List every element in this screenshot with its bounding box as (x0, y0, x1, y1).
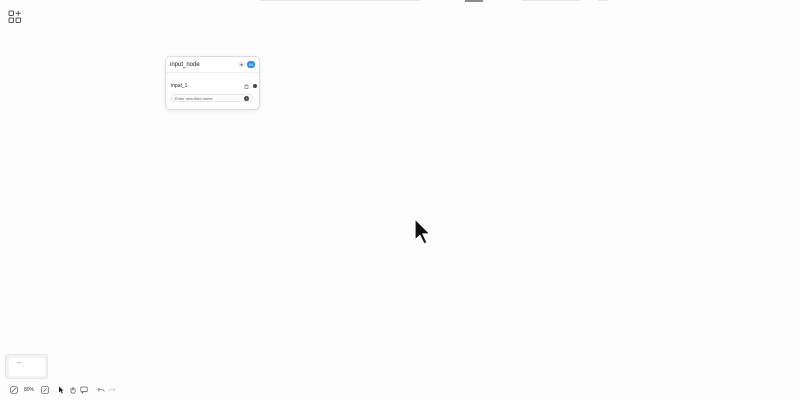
star-icon[interactable]: ★ (238, 61, 245, 68)
zoom-fit-icon[interactable] (39, 384, 50, 395)
comment-icon[interactable] (78, 384, 89, 395)
tab-indicator-active[interactable] (465, 0, 483, 2)
fit-view-icon[interactable] (8, 384, 19, 395)
tab-indicator[interactable] (522, 0, 580, 1)
output-handle[interactable] (253, 84, 257, 88)
minimap[interactable] (5, 354, 48, 379)
shapes-plus-icon (8, 10, 21, 23)
plus-circle-icon[interactable]: + (244, 95, 249, 101)
minimap-node (17, 362, 21, 363)
new-field-input[interactable] (175, 95, 244, 101)
select-pointer-icon[interactable] (56, 384, 67, 395)
zoom-level[interactable]: 80% (24, 387, 34, 393)
top-tabs (260, 0, 620, 3)
new-field-input-wrapper: + (171, 94, 253, 102)
node-type-badge[interactable]: IN (247, 61, 255, 68)
flow-canvas[interactable] (0, 0, 800, 400)
input-node-card[interactable]: input_node ★ IN input_1 + (165, 56, 260, 110)
redo-icon[interactable] (106, 384, 117, 395)
tab-indicator[interactable] (260, 0, 420, 1)
node-header[interactable]: input_node ★ IN (166, 57, 259, 73)
node-field-row: input_1 (171, 82, 257, 90)
add-node-button[interactable] (7, 9, 23, 25)
undo-icon[interactable] (95, 384, 106, 395)
tab-indicator[interactable] (598, 0, 608, 1)
mouse-pointer (414, 218, 432, 245)
node-title: input_node (170, 61, 200, 68)
minimap-viewport[interactable] (9, 358, 45, 376)
trash-icon[interactable] (244, 83, 249, 89)
field-label: input_1 (171, 83, 188, 89)
bottom-toolbar: 80% (8, 384, 117, 395)
hand-pan-icon[interactable] (67, 384, 78, 395)
